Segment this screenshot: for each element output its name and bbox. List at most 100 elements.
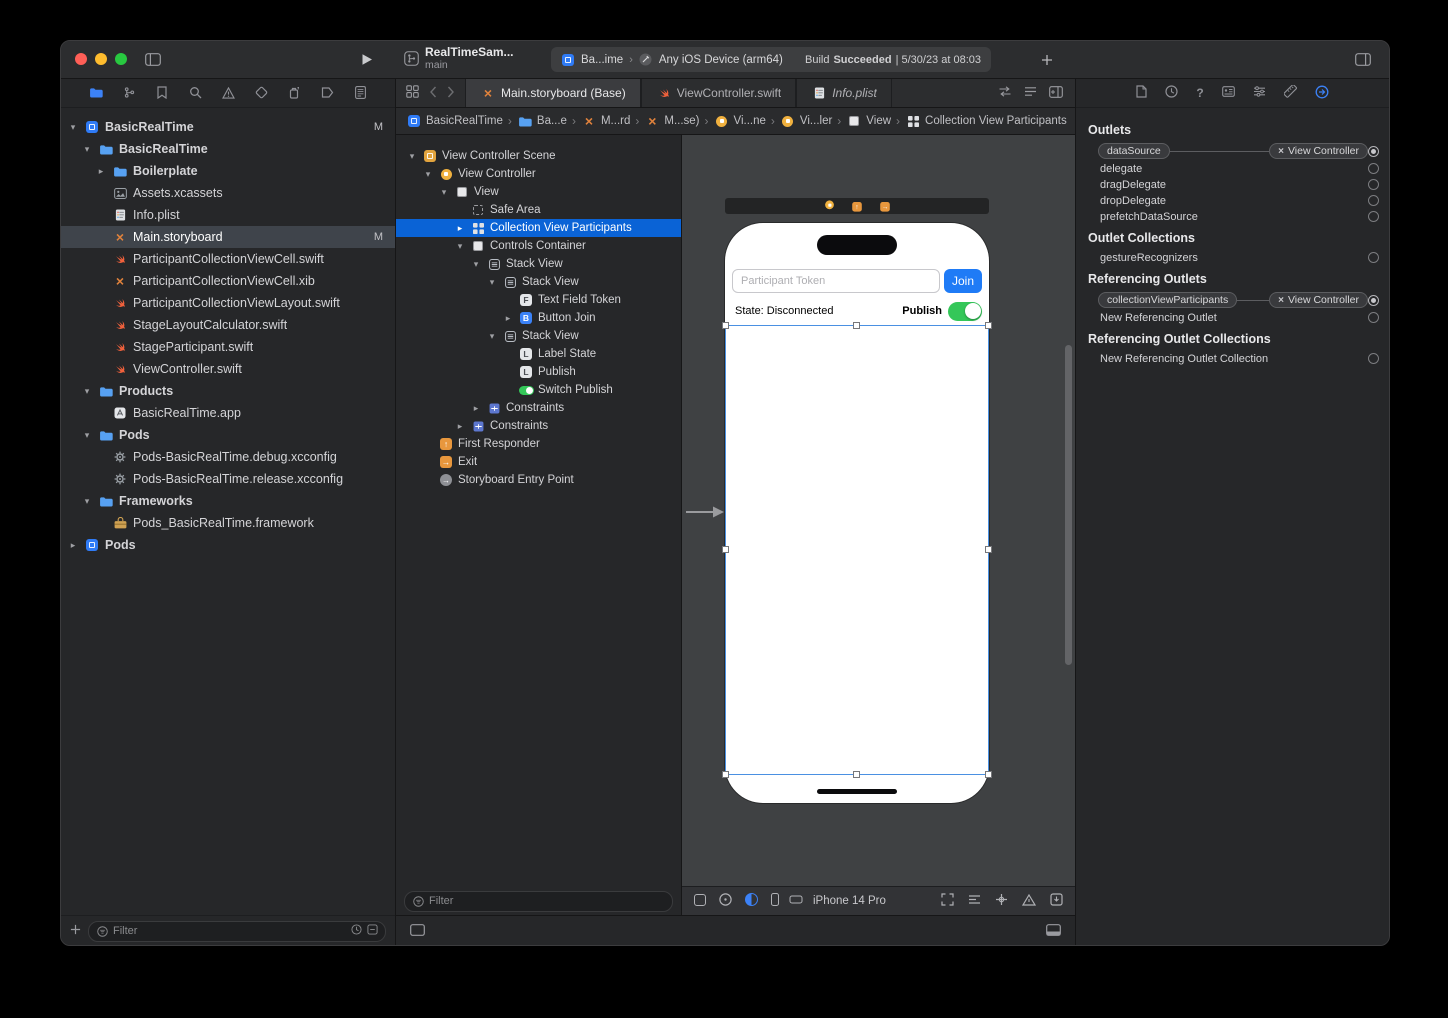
navigator-tab-debug[interactable] [286,84,302,102]
disclosure-triangle[interactable]: ▸ [502,313,514,324]
disclosure-triangle[interactable]: ▾ [81,144,93,155]
navigator-row[interactable]: StageParticipant.swift [61,336,395,358]
navigator-row[interactable]: × Main.storyboard M [61,226,395,248]
close-button[interactable] [75,53,87,65]
navigator-tab-breakpoints[interactable] [319,85,335,102]
identity-inspector-icon[interactable] [1221,86,1235,100]
build-status[interactable]: Build Succeeded | 5/30/23 at 08:03 [805,54,981,66]
debug-console-toggle-icon[interactable] [410,923,425,939]
connection-target-pill[interactable]: × View Controller [1269,143,1368,159]
scheme-name[interactable]: Ba...ime [581,54,623,66]
code-review-icon[interactable] [998,86,1012,100]
disclosure-triangle[interactable]: ▸ [95,166,107,177]
outline-row[interactable]: → Storyboard Entry Point [396,471,681,489]
history-inspector-icon[interactable] [1165,85,1178,101]
navigator-tab-tests[interactable] [253,84,269,102]
appearance-toggle-icon[interactable] [745,893,758,909]
connection-well-empty[interactable] [1368,179,1379,190]
outline-row[interactable]: → Exit [396,453,681,471]
connection-well-empty[interactable] [1368,252,1379,263]
disclosure-triangle[interactable]: ▾ [81,386,93,397]
adaptation-icon[interactable] [719,893,732,909]
navigator-row[interactable]: StageLayoutCalculator.swift [61,314,395,336]
size-inspector-icon[interactable] [1283,84,1297,101]
connection-well-connected[interactable] [1368,294,1379,306]
forward-button[interactable] [447,86,455,101]
jumpbar-item[interactable]: View [846,113,891,129]
exit-icon[interactable]: → [879,200,890,212]
disclosure-triangle[interactable]: ▸ [454,223,466,234]
connection-well-empty[interactable] [1368,195,1379,206]
add-tab-button[interactable] [1041,41,1053,78]
navigator-row[interactable]: Assets.xcassets [61,182,395,204]
connection-well-empty[interactable] [1368,211,1379,222]
navigator-tab-reports[interactable] [352,84,368,102]
outline-row[interactable]: L Publish [396,363,681,381]
selection-handle[interactable] [853,322,860,329]
navigator-row[interactable]: Pods_BasicRealTime.framework [61,512,395,534]
zoom-selection-icon[interactable] [941,893,954,909]
selection-handle[interactable] [985,771,992,778]
orientation-portrait-icon[interactable] [771,893,779,909]
back-button[interactable] [429,86,437,101]
navigator-row[interactable]: ▾ Frameworks [61,490,395,512]
outline-row[interactable]: ▾ Controls Container [396,237,681,255]
outline-row[interactable]: ▾ View [396,183,681,201]
collection-view-selection[interactable] [722,322,992,778]
project-title-block[interactable]: RealTimeSam... main [403,45,514,72]
jumpbar-item[interactable]: BasicRealTime [406,113,503,129]
navigator-row[interactable]: ▾ BasicRealTime M [61,116,395,138]
outline-row[interactable]: F Text Field Token [396,291,681,309]
disclosure-triangle[interactable]: ▸ [454,421,466,432]
connection-well-connected[interactable] [1368,145,1379,157]
file-inspector-icon[interactable] [1136,85,1147,101]
jumpbar-item[interactable]: Vi...ler [780,113,832,129]
storyboard-canvas[interactable]: ↑ → Participant Token Join State: Discon… [682,135,1075,886]
resolve-autolayout-icon[interactable] [1021,893,1037,909]
toggle-inspector-button[interactable] [1355,41,1371,78]
navigator-tab-find[interactable] [187,84,203,102]
participant-token-field[interactable]: Participant Token [732,269,940,293]
scheme-destination-bar[interactable]: Ba...ime › Any iOS Device (arm64) Build … [551,47,991,72]
zoom-button[interactable] [115,53,127,65]
disclosure-triangle[interactable]: ▾ [67,122,79,133]
navigator-row[interactable]: × ParticipantCollectionViewCell.xib [61,270,395,292]
navigator-row[interactable]: ▾ BasicRealTime [61,138,395,160]
selection-handle[interactable] [722,322,729,329]
navigator-row[interactable]: ParticipantCollectionViewCell.swift [61,248,395,270]
outline-row[interactable]: ▸ Collection View Participants [396,219,681,237]
destination-name[interactable]: Any iOS Device (arm64) [659,54,783,66]
publish-switch[interactable] [948,301,982,321]
connection-target-pill[interactable]: × View Controller [1269,292,1368,308]
jumpbar-item[interactable]: Ba...e [517,113,567,129]
hide-debug-area-icon[interactable] [1046,923,1061,939]
navigator-tab-project[interactable] [88,85,104,102]
source-control-status-icon[interactable] [367,924,378,938]
navigator-row[interactable]: ParticipantCollectionViewLayout.swift [61,292,395,314]
disclosure-triangle[interactable]: ▸ [470,403,482,414]
outline-row[interactable]: ▾ Stack View [396,273,681,291]
disclosure-triangle[interactable]: ▾ [438,187,450,198]
selection-handle[interactable] [722,771,729,778]
navigator-row[interactable]: ▾ Products [61,380,395,402]
navigator-row[interactable]: ▾ Pods [61,424,395,446]
outline-row[interactable]: Safe Area [396,201,681,219]
navigator-row[interactable]: BasicRealTime.app [61,402,395,424]
state-label[interactable]: State: Disconnected [735,305,902,317]
disclosure-triangle[interactable]: ▾ [486,331,498,342]
connection-well-empty[interactable] [1368,163,1379,174]
disclosure-triangle[interactable]: ▸ [67,540,79,551]
selection-handle[interactable] [985,546,992,553]
connection-well-empty[interactable] [1368,312,1379,323]
navigator-row[interactable]: ViewController.swift [61,358,395,380]
first-responder-icon[interactable]: ↑ [851,200,862,212]
device-name[interactable]: iPhone 14 Pro [813,895,886,907]
connection-well-empty[interactable] [1368,353,1379,364]
selection-handle[interactable] [985,322,992,329]
navigator-row[interactable]: ▸ Pods [61,534,395,556]
disclosure-triangle[interactable]: ▾ [81,430,93,441]
jumpbar-item[interactable]: × M...rd [581,113,630,129]
navigator-row[interactable]: Pods-BasicRealTime.release.xcconfig [61,468,395,490]
navigator-tab-bookmark[interactable] [154,84,170,102]
recent-files-icon[interactable] [351,924,362,938]
